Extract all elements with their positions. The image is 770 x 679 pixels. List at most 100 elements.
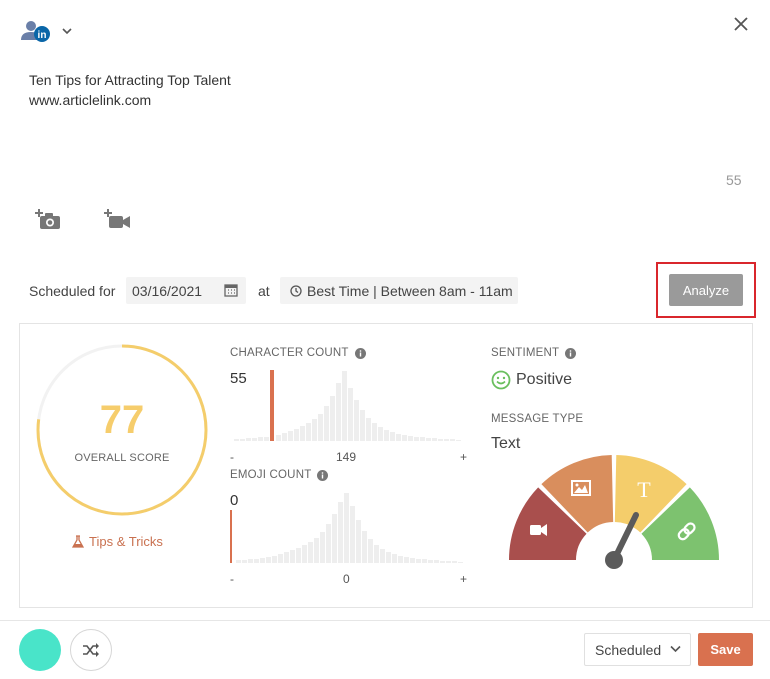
gauge-pivot [605,551,623,569]
character-count-axis-min: - [230,450,234,464]
chevron-down-icon [670,645,681,653]
histogram-bar [278,554,283,563]
message-type-title: MESSAGE TYPE [491,413,584,425]
histogram-bar [300,426,305,441]
histogram-bar [396,434,401,441]
histogram-bar [402,435,407,441]
histogram-bar [432,438,437,441]
histogram-bar [344,493,349,563]
info-icon[interactable] [565,347,577,359]
sentiment-section: SENTIMENT [491,347,577,359]
histogram-bar [260,558,265,563]
histogram-bar [354,400,359,441]
histogram-bar [444,439,449,441]
character-count-axis-mid: 149 [336,450,357,464]
sentiment-title: SENTIMENT [491,347,560,359]
histogram-bar [362,531,367,563]
histogram-bar [378,427,383,441]
shuffle-button[interactable] [70,629,112,671]
histogram-bar [422,559,427,563]
histogram-bar [368,539,373,563]
histogram-bar [234,439,239,441]
histogram-bar [458,562,463,563]
add-video-icon[interactable] [104,208,132,235]
message-type-gauge: T [509,455,719,569]
emoji-count-axis-min: - [230,572,234,586]
histogram-bar [420,437,425,441]
histogram-bar [242,560,247,563]
status-value: Scheduled [595,641,662,658]
histogram-bar [272,556,277,563]
histogram-bar [342,371,347,441]
schedule-time-select[interactable]: Best Time | Between 8am - 11am [280,277,518,304]
histogram-bar [348,388,353,441]
avatar[interactable] [19,629,61,671]
flask-icon [72,535,84,548]
histogram-bar [266,557,271,563]
histogram-bar [390,432,395,441]
histogram-bar [330,396,335,441]
post-text-area[interactable]: Ten Tips for Attracting Top Talent www.a… [29,70,231,110]
svg-text:in: in [38,30,47,41]
histogram-bar [366,418,371,441]
histogram-bar [324,406,329,441]
video-icon [530,524,547,536]
schedule-date-input[interactable]: 03/16/2021 [126,277,246,304]
histogram-bar [384,430,389,441]
overall-score-value: 77 [99,398,145,442]
histogram-bar [306,423,311,441]
histogram-bar [318,414,323,441]
histogram-bar [336,383,341,441]
analyze-button[interactable]: Analyze [669,274,743,306]
character-count-section: CHARACTER COUNT [230,347,366,359]
sentiment-label: Positive [516,371,573,388]
info-icon[interactable] [354,347,366,359]
histogram-bar [320,532,325,563]
chevron-down-icon [62,24,72,38]
schedule-date-value: 03/16/2021 [132,282,203,299]
histogram-bar [398,556,403,563]
save-button[interactable]: Save [698,633,753,666]
tips-label: Tips & Tricks [89,534,163,549]
histogram-bar [312,419,317,441]
histogram-bar [326,524,331,563]
histogram-bar [410,558,415,563]
emoji-count-axis-mid: 0 [343,572,350,586]
histogram-bar [408,436,413,441]
histogram-bar [404,557,409,563]
post-text-line: Ten Tips for Attracting Top Talent [29,72,231,88]
smiley-icon [491,370,511,390]
histogram-bar [276,435,281,441]
message-type-value: Text [491,435,521,452]
histogram-bar [414,437,419,441]
overall-score-label: OVERALL SCORE [74,452,170,464]
scheduled-for-label: Scheduled for [29,283,116,299]
histogram-bar [282,433,287,441]
histogram-bar [380,549,385,563]
emoji-count-histogram [230,493,463,563]
histogram-bar [428,560,433,563]
histogram-bar [254,559,259,563]
histogram-bar [290,550,295,563]
footer-divider [0,620,770,621]
histogram-bar [450,439,455,441]
current-value-marker [230,510,232,563]
at-label: at [258,283,270,299]
close-icon[interactable] [731,14,751,34]
status-select[interactable]: Scheduled [584,633,691,666]
histogram-bar [372,423,377,441]
info-icon[interactable] [317,469,329,481]
sentiment-value: Positive [491,370,572,390]
add-photo-icon[interactable] [35,207,63,236]
histogram-bar [294,429,299,441]
linkedin-account-icon: in [21,21,50,42]
histogram-bar [240,439,245,441]
histogram-bar [288,431,293,441]
calendar-icon[interactable] [224,283,238,300]
clock-icon [290,284,302,297]
histogram-bar [264,437,269,441]
character-count-histogram [234,370,461,441]
account-selector[interactable]: in [20,18,72,44]
histogram-bar [258,437,263,441]
tips-and-tricks-link[interactable]: Tips & Tricks [72,534,163,549]
